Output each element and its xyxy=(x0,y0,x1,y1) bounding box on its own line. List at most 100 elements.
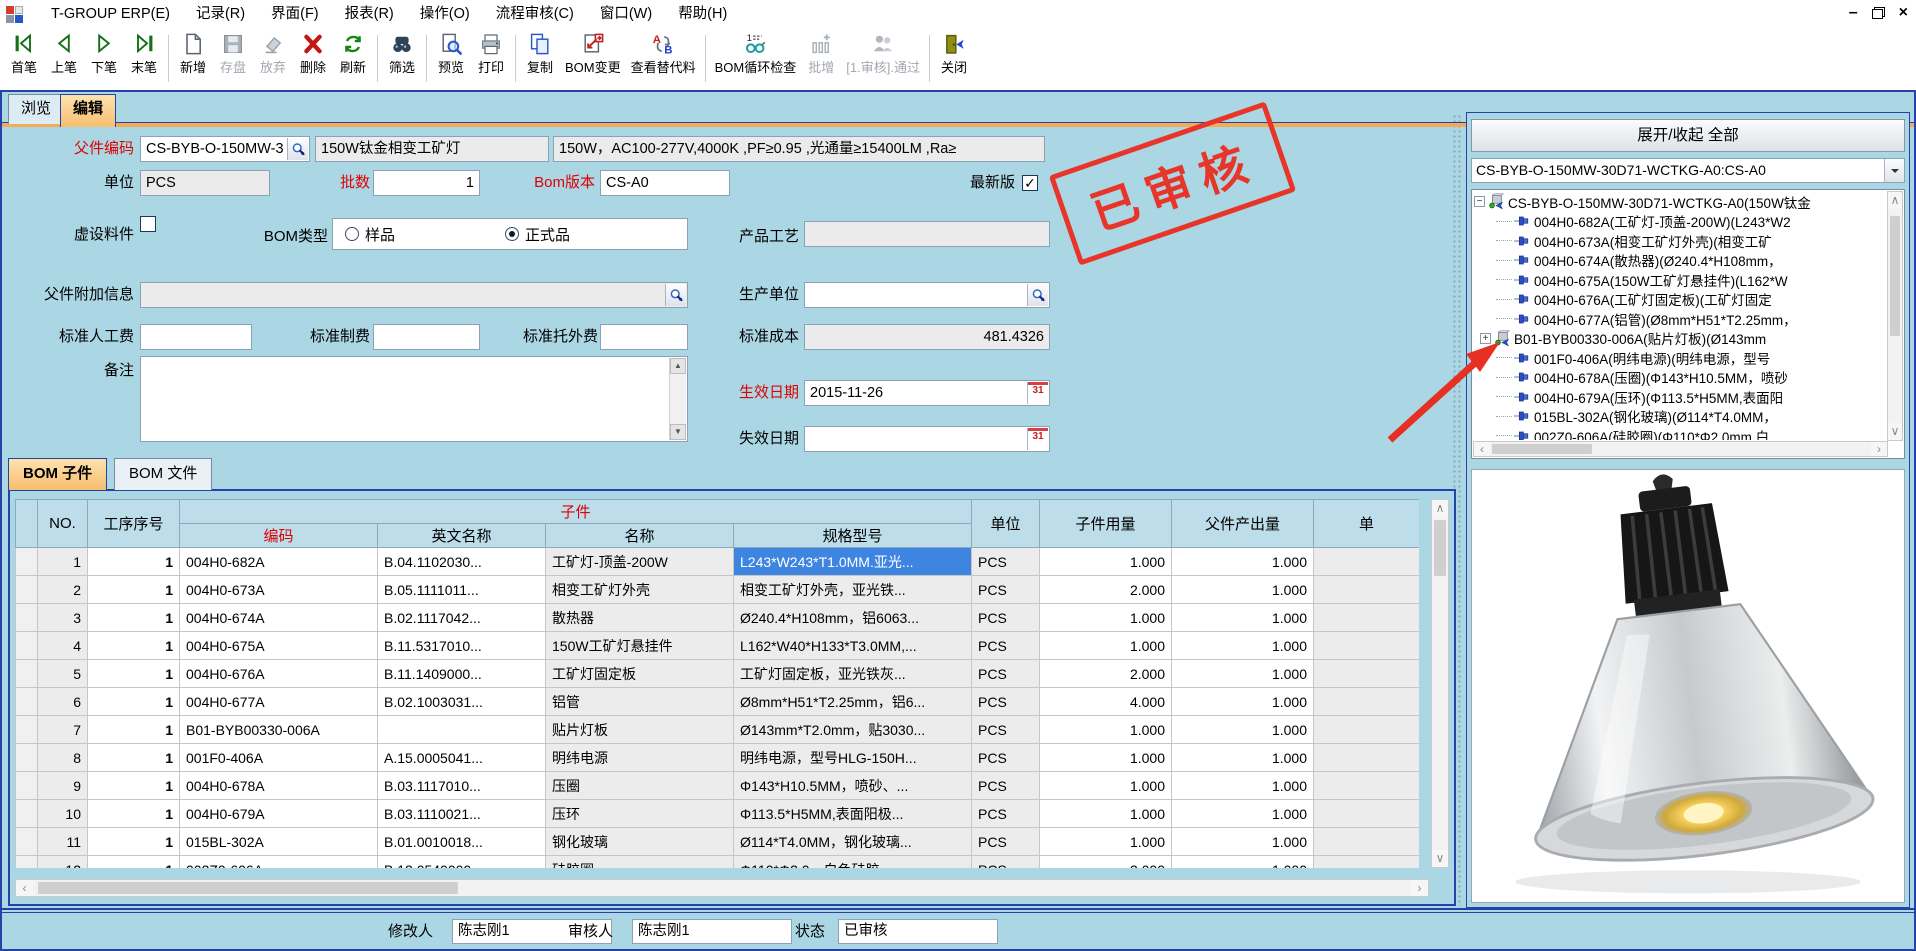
toolbar-button[interactable]: 下笔 xyxy=(84,31,124,77)
cell-en-name[interactable]: A.15.0005041... xyxy=(378,744,546,772)
toolbar-button[interactable] xyxy=(511,31,520,90)
menu-item[interactable]: 报表(R) xyxy=(332,2,407,26)
toolbar-button[interactable]: [1.审核].通过 xyxy=(841,31,925,77)
auditor-field[interactable]: 陈志刚1 xyxy=(632,919,792,944)
table-row[interactable]: 11 1 015BL-302A B.01.0010018... 钢化玻璃 Ø11… xyxy=(16,828,1420,856)
cell-en-name[interactable]: B.04.1102030... xyxy=(378,548,546,576)
cell-spec[interactable]: Ø143mm*T2.0mm，贴3030... xyxy=(734,716,972,744)
tree-node[interactable]: 004H0-678A(压圈)(Φ143*H10.5MM，喷砂 xyxy=(1474,368,1886,388)
cell-parent-qty[interactable]: 1.000 xyxy=(1172,576,1314,604)
menu-item[interactable]: 帮助(H) xyxy=(665,2,740,26)
cell-parent-qty[interactable]: 1.000 xyxy=(1172,772,1314,800)
row-stub[interactable] xyxy=(16,576,38,604)
toolbar-button[interactable]: 打印 xyxy=(471,31,511,77)
tree-node[interactable]: 004H0-673A(相变工矿灯外壳)(相变工矿 xyxy=(1474,231,1886,251)
lookup-icon[interactable] xyxy=(287,138,308,160)
scrollbar-thumb[interactable] xyxy=(38,882,458,894)
expire-date-field[interactable]: 31 xyxy=(804,426,1050,452)
cell-code[interactable]: 004H0-675A xyxy=(180,632,378,660)
row-stub[interactable] xyxy=(16,688,38,716)
row-stub[interactable] xyxy=(16,744,38,772)
tab-bom-files[interactable]: BOM 文件 xyxy=(114,458,212,490)
cell-spec[interactable]: Φ143*H10.5MM，喷砂、... xyxy=(734,772,972,800)
toolbar-button[interactable]: 关闭 xyxy=(934,31,974,77)
cell-seq[interactable]: 1 xyxy=(88,800,180,828)
table-row[interactable]: 7 1 B01-BYB00330-006A 贴片灯板 Ø143mm*T2.0mm… xyxy=(16,716,1420,744)
table-row[interactable]: 8 1 001F0-406A A.15.0005041... 明纬电源 明纬电源… xyxy=(16,744,1420,772)
tree-node[interactable]: − CS-BYB-O-150MW-30D71-WCTKG-A0(150W钛金 xyxy=(1474,192,1886,212)
bom-version-field[interactable]: CS-A0 xyxy=(600,170,730,196)
toolbar-button[interactable]: 首笔 xyxy=(4,31,44,77)
cell-qty[interactable]: 1.000 xyxy=(1040,800,1172,828)
cell-code[interactable]: 004H0-679A xyxy=(180,800,378,828)
calendar-icon[interactable]: 31 xyxy=(1027,382,1048,404)
row-stub[interactable] xyxy=(16,660,38,688)
cell-seq[interactable]: 1 xyxy=(88,688,180,716)
cell-en-name[interactable]: B.02.1117042... xyxy=(378,604,546,632)
cell-code[interactable]: 004H0-676A xyxy=(180,660,378,688)
cell-en-name[interactable]: B.11.5317010... xyxy=(378,632,546,660)
grid-horizontal-scrollbar[interactable]: ‹ › xyxy=(15,879,1429,897)
cell-qty[interactable]: 1.000 xyxy=(1040,772,1172,800)
row-stub[interactable] xyxy=(16,604,38,632)
cell-parent-qty[interactable]: 1.000 xyxy=(1172,828,1314,856)
cell-parent-qty[interactable]: 1.000 xyxy=(1172,632,1314,660)
bom-version-dropdown[interactable]: CS-BYB-O-150MW-30D71-WCTKG-A0:CS-A0 xyxy=(1471,158,1905,183)
cell-code[interactable]: 004H0-682A xyxy=(180,548,378,576)
cell-seq[interactable]: 1 xyxy=(88,632,180,660)
cell-seq[interactable]: 1 xyxy=(88,660,180,688)
scroll-left-icon[interactable]: ‹ xyxy=(16,880,33,896)
toolbar-button[interactable]: 复制 xyxy=(520,31,560,77)
std-labor-field[interactable] xyxy=(140,324,252,350)
cell-spec[interactable]: Ø240.4*H108mm，铝6063... xyxy=(734,604,972,632)
tree-node[interactable]: 015BL-302A(钢化玻璃)(Ø114*T4.0MM， xyxy=(1474,407,1886,427)
cell-parent-qty[interactable]: 1.000 xyxy=(1172,688,1314,716)
menu-item[interactable]: 操作(O) xyxy=(407,2,483,26)
row-stub[interactable] xyxy=(16,800,38,828)
row-stub[interactable] xyxy=(16,828,38,856)
table-row[interactable]: 4 1 004H0-675A B.11.5317010... 150W工矿灯悬挂… xyxy=(16,632,1420,660)
cell-spec[interactable]: Φ113.5*H5MM,表面阳极... xyxy=(734,800,972,828)
virtual-part-checkbox[interactable] xyxy=(140,216,156,232)
toolbar-button[interactable]: 存盘 xyxy=(213,31,253,77)
toolbar-button[interactable] xyxy=(422,31,431,90)
row-stub[interactable] xyxy=(16,772,38,800)
tree-node[interactable]: 004H0-676A(工矿灯固定板)(工矿灯固定 xyxy=(1474,290,1886,310)
tab-edit[interactable]: 编辑 xyxy=(60,94,116,127)
cell-parent-qty[interactable]: 1.000 xyxy=(1172,744,1314,772)
chevron-down-icon[interactable] xyxy=(1884,159,1904,182)
cell-en-name[interactable] xyxy=(378,716,546,744)
cell-en-name[interactable]: B.03.1117010... xyxy=(378,772,546,800)
scrollbar-thumb[interactable] xyxy=(1890,216,1900,336)
tree-node[interactable]: 001F0-406A(明纬电源)(明纬电源，型号 xyxy=(1474,348,1886,368)
cell-parent-qty[interactable]: 1.000 xyxy=(1172,716,1314,744)
toolbar-button[interactable]: 新增 xyxy=(173,31,213,77)
tree-node[interactable]: 004H0-677A(铝管)(Ø8mm*H51*T2.25mm， xyxy=(1474,309,1886,329)
cell-code[interactable]: 004H0-673A xyxy=(180,576,378,604)
toolbar-button[interactable]: 删除 xyxy=(293,31,333,77)
cell-qty[interactable]: 2.000 xyxy=(1040,576,1172,604)
row-stub[interactable] xyxy=(16,716,38,744)
scroll-right-icon[interactable]: › xyxy=(1411,880,1428,896)
cell-spec[interactable]: L243*W243*T1.0MM.亚光... xyxy=(734,548,972,576)
toolbar-button[interactable]: 末笔 xyxy=(124,31,164,77)
cell-en-name[interactable]: B.11.1409000... xyxy=(378,660,546,688)
cell-qty[interactable]: 1.000 xyxy=(1040,716,1172,744)
production-unit-field[interactable] xyxy=(804,282,1050,308)
cell-seq[interactable]: 1 xyxy=(88,772,180,800)
tree-vertical-scrollbar[interactable]: ∧ ∨ xyxy=(1887,191,1903,441)
tree-horizontal-scrollbar[interactable]: ‹ › xyxy=(1473,441,1888,457)
scroll-up-icon[interactable]: ▲ xyxy=(670,358,686,374)
cell-code[interactable]: 015BL-302A xyxy=(180,828,378,856)
menu-item[interactable]: 界面(F) xyxy=(258,2,332,26)
cell-code[interactable]: 002Z0-606A xyxy=(180,856,378,869)
cell-seq[interactable]: 1 xyxy=(88,548,180,576)
cell-spec[interactable]: Ø114*T4.0MM，钢化玻璃... xyxy=(734,828,972,856)
toolbar-button[interactable]: 预览 xyxy=(431,31,471,77)
cell-spec[interactable]: 工矿灯固定板，亚光铁灰... xyxy=(734,660,972,688)
menu-item[interactable]: T-GROUP ERP(E) xyxy=(38,2,183,26)
cell-seq[interactable]: 1 xyxy=(88,716,180,744)
row-stub[interactable] xyxy=(16,856,38,869)
toolbar-button[interactable] xyxy=(164,31,173,90)
cell-qty[interactable]: 1.000 xyxy=(1040,632,1172,660)
